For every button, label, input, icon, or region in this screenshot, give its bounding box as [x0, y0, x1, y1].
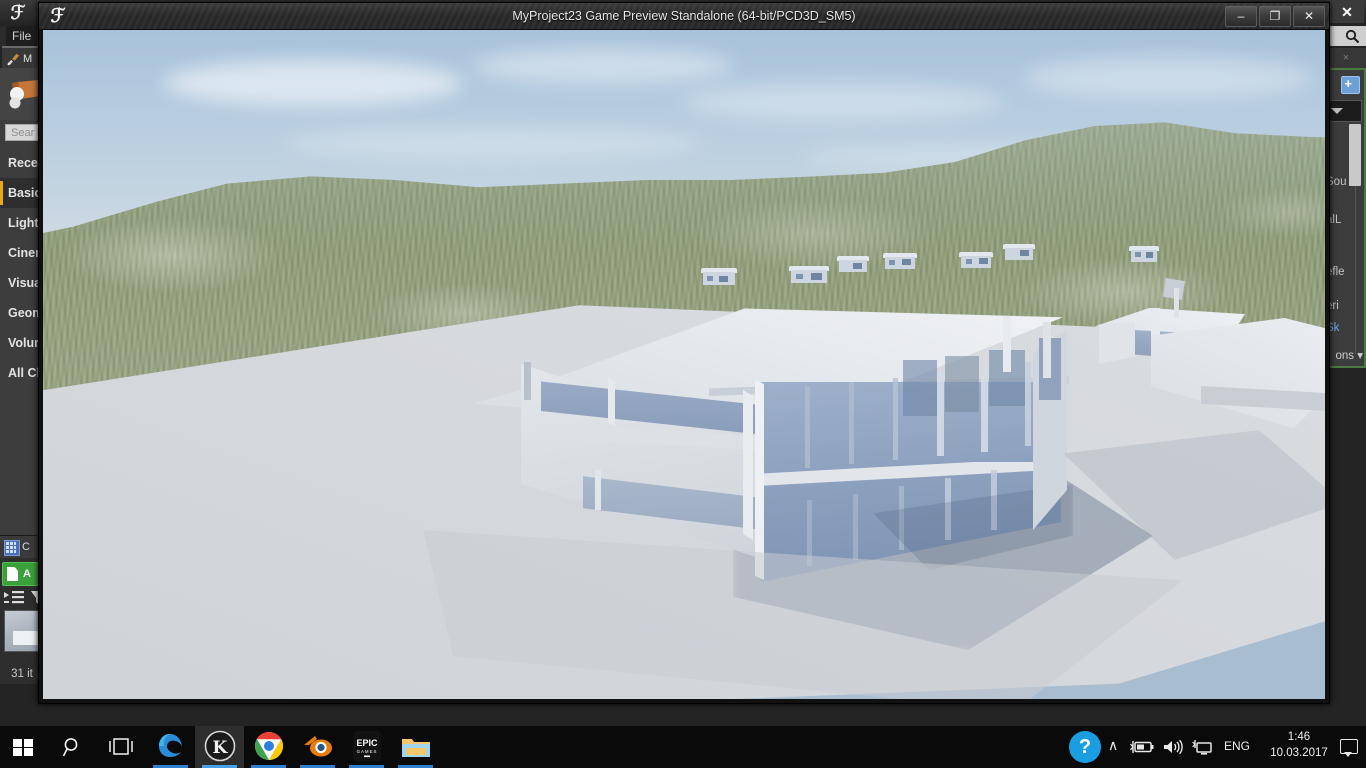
- preview-title-bar[interactable]: ℱ MyProject23 Game Preview Standalone (6…: [39, 3, 1329, 30]
- content-browser-icon: [4, 540, 20, 556]
- taskbar-app-explorer[interactable]: [391, 726, 440, 768]
- new-document-icon: [7, 567, 18, 581]
- distant-house: [789, 266, 829, 286]
- details-row-reflection-capture[interactable]: efle: [1326, 266, 1362, 278]
- chevron-down-icon: [1331, 108, 1343, 114]
- blender-icon: [304, 736, 332, 757]
- notification-icon[interactable]: [1340, 739, 1358, 757]
- taskbar-app-unreal[interactable]: K: [195, 726, 244, 768]
- tab-modes-label: M: [23, 53, 33, 65]
- taskbar-app-blender[interactable]: [293, 726, 342, 768]
- game-viewport[interactable]: [43, 30, 1325, 699]
- svg-text:GAMES: GAMES: [357, 749, 378, 754]
- close-button[interactable]: ✕: [1293, 6, 1325, 27]
- cloud: [473, 48, 733, 84]
- minimize-button[interactable]: –: [1225, 6, 1257, 27]
- unreal-engine-icon: K: [204, 730, 236, 762]
- distant-house: [837, 256, 869, 274]
- show-hidden-icons-chevron[interactable]: ∧: [1108, 737, 1118, 754]
- tab-content-browser-label: C: [22, 541, 30, 553]
- panel-tab-close-button[interactable]: ×: [1326, 48, 1366, 68]
- svg-text:K: K: [213, 738, 229, 758]
- details-row-directional-light[interactable]: alL: [1326, 214, 1362, 226]
- cloud: [163, 60, 463, 106]
- task-view-icon: [109, 738, 133, 755]
- language-indicator[interactable]: ENG: [1224, 739, 1250, 753]
- details-panel: + Sou alL efle eri Sk ons ▾: [1326, 68, 1366, 368]
- folder-icon: [402, 739, 430, 757]
- network-icon[interactable]: [1192, 739, 1214, 756]
- plus-icon: +: [1344, 76, 1352, 91]
- distant-house: [959, 252, 993, 270]
- outliner-search-input[interactable]: [1326, 26, 1366, 46]
- task-view-button[interactable]: [97, 726, 146, 768]
- cloud: [1023, 56, 1313, 100]
- details-row-material[interactable]: eri: [1326, 300, 1362, 312]
- details-row-sound[interactable]: Sou: [1326, 176, 1362, 188]
- edge-icon: [159, 734, 182, 757]
- preview-window-title: MyProject23 Game Preview Standalone (64-…: [512, 9, 856, 23]
- taskbar-app-epic-games[interactable]: EPIC GAMES: [342, 726, 391, 768]
- desktop: ℱ ✕ File M Sear Rece Basic Light Ciner V…: [0, 0, 1366, 768]
- distant-house: [1003, 244, 1035, 261]
- system-tray: ? ∧ ENG 1:46 10.03.2017: [1066, 726, 1366, 768]
- taskbar-app-chrome[interactable]: [244, 726, 293, 768]
- unreal-logo-icon: ℱ: [10, 2, 26, 24]
- search-icon: [62, 738, 78, 757]
- cortana-help-icon[interactable]: ?: [1069, 731, 1101, 763]
- cloud: [283, 126, 703, 160]
- distant-house: [701, 268, 737, 288]
- taskbar-app-edge[interactable]: [146, 726, 195, 768]
- windows-taskbar: K EPIC GAMES ? ∧ ENG 1:46 10.03.2017: [0, 726, 1366, 768]
- add-component-button[interactable]: +: [1328, 74, 1362, 96]
- search-button[interactable]: [48, 726, 97, 768]
- clock-date[interactable]: 10.03.2017: [1262, 747, 1336, 759]
- distant-house: [883, 253, 917, 271]
- clock-time[interactable]: 1:46: [1262, 731, 1336, 743]
- volume-icon[interactable]: [1162, 739, 1184, 755]
- game-preview-window[interactable]: ℱ MyProject23 Game Preview Standalone (6…: [38, 2, 1330, 704]
- details-options-dropdown[interactable]: ons ▾: [1335, 348, 1363, 362]
- search-icon: [1345, 29, 1360, 44]
- editor-close-button[interactable]: ✕: [1330, 1, 1364, 23]
- maximize-button[interactable]: ❐: [1259, 6, 1291, 27]
- paintbrush-icon: [7, 53, 20, 66]
- details-row-sky[interactable]: Sk: [1326, 322, 1362, 334]
- cloud: [683, 82, 1003, 122]
- chrome-icon: [255, 732, 283, 760]
- windows-logo-icon: [13, 739, 33, 756]
- distant-house: [1129, 246, 1159, 263]
- svg-text:EPIC: EPIC: [356, 738, 378, 748]
- asset-thumbnail-geometry: [13, 631, 39, 645]
- preview-window-controls: – ❐ ✕: [1225, 6, 1325, 27]
- start-button[interactable]: [0, 726, 48, 768]
- battery-icon[interactable]: [1130, 739, 1154, 755]
- menu-file[interactable]: File: [6, 26, 38, 46]
- epic-games-icon: EPIC GAMES: [353, 731, 381, 761]
- details-dropdown[interactable]: [1326, 100, 1362, 122]
- add-new-label: A: [23, 568, 31, 580]
